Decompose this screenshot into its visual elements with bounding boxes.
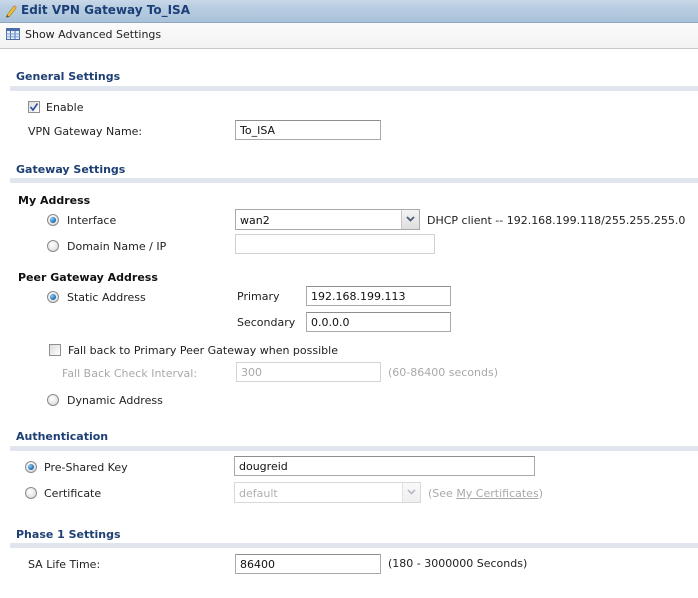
- gateway-settings-title: Gateway Settings: [16, 163, 126, 176]
- certificate-hint-suffix: ): [538, 487, 543, 500]
- vpn-gateway-name-input[interactable]: To_ISA: [235, 120, 381, 140]
- pre-shared-key-input[interactable]: dougreid: [234, 456, 535, 476]
- fallback-interval-input[interactable]: 300: [236, 362, 381, 382]
- primary-address-input[interactable]: 192.168.199.113: [306, 286, 451, 306]
- toolbar: Show Advanced Settings: [0, 23, 698, 49]
- dynamic-address-radio[interactable]: [47, 394, 59, 406]
- enable-label: Enable: [46, 101, 84, 114]
- enable-checkbox[interactable]: [28, 101, 40, 113]
- certificate-hint: (See My Certificates): [428, 487, 543, 500]
- static-address-label: Static Address: [67, 291, 146, 304]
- domain-name-ip-radio[interactable]: [47, 240, 59, 252]
- fallback-interval-label: Fall Back Check Interval:: [62, 367, 198, 380]
- domain-name-ip-input[interactable]: [235, 234, 435, 254]
- interface-select-value: wan2: [240, 214, 270, 227]
- sa-life-time-hint: (180 - 3000000 Seconds): [388, 557, 528, 570]
- window-title: Edit VPN Gateway To_ISA: [21, 3, 190, 17]
- section-divider: [10, 178, 698, 183]
- checkmark-icon: [29, 103, 39, 112]
- secondary-address-input[interactable]: 0.0.0.0: [306, 312, 451, 332]
- domain-name-ip-label: Domain Name / IP: [67, 240, 167, 253]
- vpn-gateway-name-label: VPN Gateway Name:: [28, 125, 143, 138]
- section-divider: [10, 543, 698, 548]
- static-address-radio[interactable]: [47, 291, 59, 303]
- certificate-hint-prefix: (See: [428, 487, 457, 500]
- pre-shared-key-label: Pre-Shared Key: [44, 461, 128, 474]
- fallback-label: Fall back to Primary Peer Gateway when p…: [68, 344, 338, 357]
- window-titlebar: Edit VPN Gateway To_ISA: [0, 0, 698, 23]
- certificate-select[interactable]: default: [234, 482, 421, 503]
- chevron-down-icon[interactable]: [401, 210, 419, 229]
- pre-shared-key-radio[interactable]: [25, 461, 37, 473]
- interface-dhcp-info: DHCP client -- 192.168.199.118/255.255.2…: [427, 214, 686, 227]
- my-certificates-link[interactable]: My Certificates: [456, 487, 538, 500]
- section-divider: [10, 446, 698, 451]
- interface-select[interactable]: wan2: [235, 209, 420, 230]
- fallback-checkbox[interactable]: [49, 344, 61, 356]
- peer-gateway-address-heading: Peer Gateway Address: [18, 271, 158, 284]
- my-address-heading: My Address: [18, 194, 91, 207]
- general-settings-title: General Settings: [16, 70, 121, 83]
- fallback-interval-hint: (60-86400 seconds): [388, 366, 498, 379]
- certificate-select-value: default: [239, 487, 278, 500]
- pencil-icon: [6, 5, 17, 18]
- authentication-title: Authentication: [16, 430, 109, 443]
- certificate-radio[interactable]: [25, 487, 37, 499]
- show-advanced-settings-button[interactable]: Show Advanced Settings: [25, 28, 161, 41]
- secondary-label: Secondary: [237, 316, 296, 329]
- primary-label: Primary: [237, 290, 280, 303]
- interface-radio[interactable]: [47, 214, 59, 226]
- phase1-settings-title: Phase 1 Settings: [16, 528, 121, 541]
- section-divider: [10, 86, 698, 91]
- dynamic-address-label: Dynamic Address: [67, 394, 163, 407]
- sa-life-time-label: SA Life Time:: [28, 558, 101, 571]
- sa-life-time-input[interactable]: 86400: [235, 554, 381, 574]
- interface-label: Interface: [67, 214, 117, 227]
- certificate-label: Certificate: [44, 487, 102, 500]
- chevron-down-icon[interactable]: [402, 483, 420, 502]
- table-icon: [6, 28, 20, 40]
